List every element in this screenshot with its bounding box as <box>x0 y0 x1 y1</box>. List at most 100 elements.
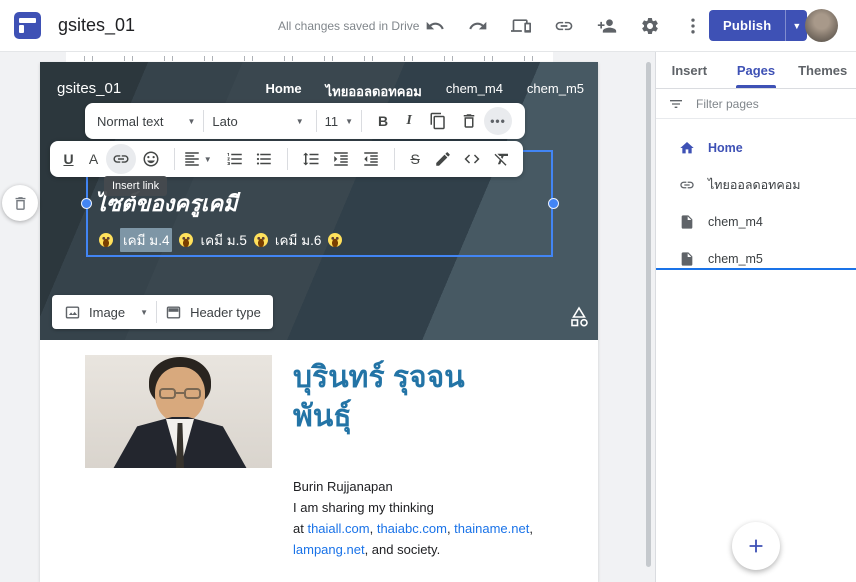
indent-increase-button[interactable] <box>326 150 356 168</box>
pages-list: Home ไทยออลดอทคอม chem_m4 chem_m5 <box>656 119 856 277</box>
insert-emoji-button[interactable] <box>136 150 166 168</box>
insert-link-tooltip: Insert link <box>104 176 167 196</box>
indent-decrease-button[interactable] <box>356 150 386 168</box>
profile-heading-line1: บุรินทร์ รุจจน <box>293 358 465 397</box>
bulleted-list-icon <box>255 150 273 168</box>
tab-insert[interactable]: Insert <box>656 52 723 88</box>
user-avatar[interactable] <box>805 9 838 42</box>
header-type-icon <box>165 304 182 321</box>
chip-chem-m4-selected[interactable]: เคมี ม.4 <box>120 228 172 252</box>
sites-logo-icon[interactable] <box>14 12 41 39</box>
text-format-toolbar: U A ▼ <box>50 141 523 177</box>
emoji-icon <box>142 150 160 168</box>
grin-emoji-icon <box>328 233 342 247</box>
clear-format-button[interactable] <box>487 150 517 168</box>
site-page: gsites_01 Home ไทยออลดอทคอม chem_m4 chem… <box>40 62 598 582</box>
sidebar-item-chem-m4[interactable]: chem_m4 <box>656 203 856 240</box>
grin-emoji-icon <box>254 233 268 247</box>
duplicate-button[interactable] <box>422 112 453 130</box>
trash-icon <box>12 195 29 212</box>
redo-icon[interactable] <box>467 15 489 37</box>
link-thaiabc[interactable]: thaiabc.com <box>377 521 447 536</box>
section-layout-icon[interactable] <box>568 306 590 328</box>
more-options-button[interactable]: ••• <box>484 107 512 135</box>
pen-button[interactable] <box>428 150 458 168</box>
delete-section-button[interactable] <box>2 185 38 221</box>
nav-item-thaiall[interactable]: ไทยออลดอทคอม <box>326 81 422 102</box>
trash-icon <box>460 112 478 130</box>
sidebar-item-home[interactable]: Home <box>656 129 856 166</box>
paragraph-style-dropdown[interactable]: Normal text <box>97 114 163 129</box>
nav-item-home[interactable]: Home <box>266 81 302 102</box>
page-content-section: บุรินทร์ รุจจน พันธุ์ Burin RujjanapanI … <box>40 340 598 582</box>
font-size-dropdown[interactable]: 11 <box>325 114 339 129</box>
document-title[interactable]: gsites_01 <box>58 15 135 36</box>
link-lampang[interactable]: lampang.net <box>293 542 365 557</box>
bulleted-list-button[interactable] <box>249 150 279 168</box>
selection-handle-right[interactable] <box>548 198 559 209</box>
tab-themes[interactable]: Themes <box>789 52 856 88</box>
header-type-label: Header type <box>190 305 261 320</box>
canvas-scrollbar[interactable] <box>646 62 651 567</box>
google-sites-editor: gsites_01 All changes saved in Drive <box>0 0 856 582</box>
undo-icon[interactable] <box>424 15 446 37</box>
page-icon <box>679 251 695 267</box>
line-spacing-button[interactable] <box>296 150 326 168</box>
image-icon <box>64 304 81 321</box>
numbered-list-button[interactable] <box>220 150 250 168</box>
drop-indicator-line <box>656 268 856 270</box>
chevron-down-icon: ▼ <box>140 308 148 317</box>
code-button[interactable] <box>457 150 487 168</box>
align-button[interactable]: ▼ <box>183 150 212 168</box>
settings-gear-icon[interactable] <box>639 15 661 37</box>
underline-button[interactable]: U <box>56 151 81 167</box>
profile-heading[interactable]: บุรินทร์ รุจจน พันธุ์ <box>293 358 465 436</box>
strikethrough-button[interactable]: S <box>403 151 428 167</box>
grin-emoji-icon <box>179 233 193 247</box>
person-add-icon[interactable] <box>596 15 618 37</box>
nav-item-chem-m5[interactable]: chem_m5 <box>527 81 584 102</box>
home-icon <box>679 140 695 156</box>
sidebar-item-thaiall-link[interactable]: ไทยออลดอทคอม <box>656 166 856 203</box>
italic-button[interactable]: I <box>396 113 422 129</box>
copy-link-icon[interactable] <box>553 15 575 37</box>
sidebar-item-chem-m5[interactable]: chem_m5 <box>656 240 856 277</box>
topbar-actions <box>424 0 704 52</box>
delete-text-button[interactable] <box>453 112 484 130</box>
duplicate-icon <box>429 112 447 130</box>
filter-pages-input[interactable] <box>696 97 816 111</box>
right-sidebar: Insert Pages Themes Home ไทยออลดอทคอม ch… <box>655 52 856 582</box>
bold-button[interactable]: B <box>370 113 396 129</box>
numbered-list-icon <box>226 150 244 168</box>
profile-line2: I am sharing my thinking <box>293 500 434 515</box>
indent-increase-icon <box>332 150 350 168</box>
indent-decrease-icon <box>362 150 380 168</box>
filter-pages-row <box>656 89 856 119</box>
publish-label[interactable]: Publish <box>709 10 785 41</box>
image-button-label: Image <box>89 305 125 320</box>
link-thaiall[interactable]: thaiall.com <box>307 521 369 536</box>
insert-link-button[interactable] <box>106 144 136 174</box>
page-label: chem_m4 <box>708 215 763 229</box>
insert-link-icon <box>112 150 130 168</box>
image-button[interactable]: Image ▼ <box>64 304 148 321</box>
add-page-button[interactable] <box>732 522 780 570</box>
font-dropdown[interactable]: Lato <box>212 114 237 129</box>
tab-pages[interactable]: Pages <box>723 52 790 88</box>
page-label: chem_m5 <box>708 252 763 266</box>
grin-emoji-icon <box>99 233 113 247</box>
text-color-button[interactable]: A <box>81 151 106 167</box>
chip-chem-m6[interactable]: เคมี ม.6 <box>275 229 321 251</box>
page-label: ไทยออลดอทคอม <box>708 175 801 195</box>
nav-item-chem-m4[interactable]: chem_m4 <box>446 81 503 102</box>
header-type-button[interactable]: Header type <box>165 304 261 321</box>
profile-photo[interactable] <box>85 355 272 468</box>
more-vertical-icon[interactable] <box>682 15 704 37</box>
chip-chem-m5[interactable]: เคมี ม.5 <box>200 229 246 251</box>
banner-site-name[interactable]: gsites_01 <box>57 80 121 97</box>
selection-handle-left[interactable] <box>81 198 92 209</box>
profile-text[interactable]: Burin RujjanapanI am sharing my thinking… <box>293 476 533 560</box>
devices-preview-icon[interactable] <box>510 15 532 37</box>
link-thainame[interactable]: thainame.net <box>454 521 529 536</box>
publish-button[interactable]: Publish ▼ <box>709 10 807 41</box>
